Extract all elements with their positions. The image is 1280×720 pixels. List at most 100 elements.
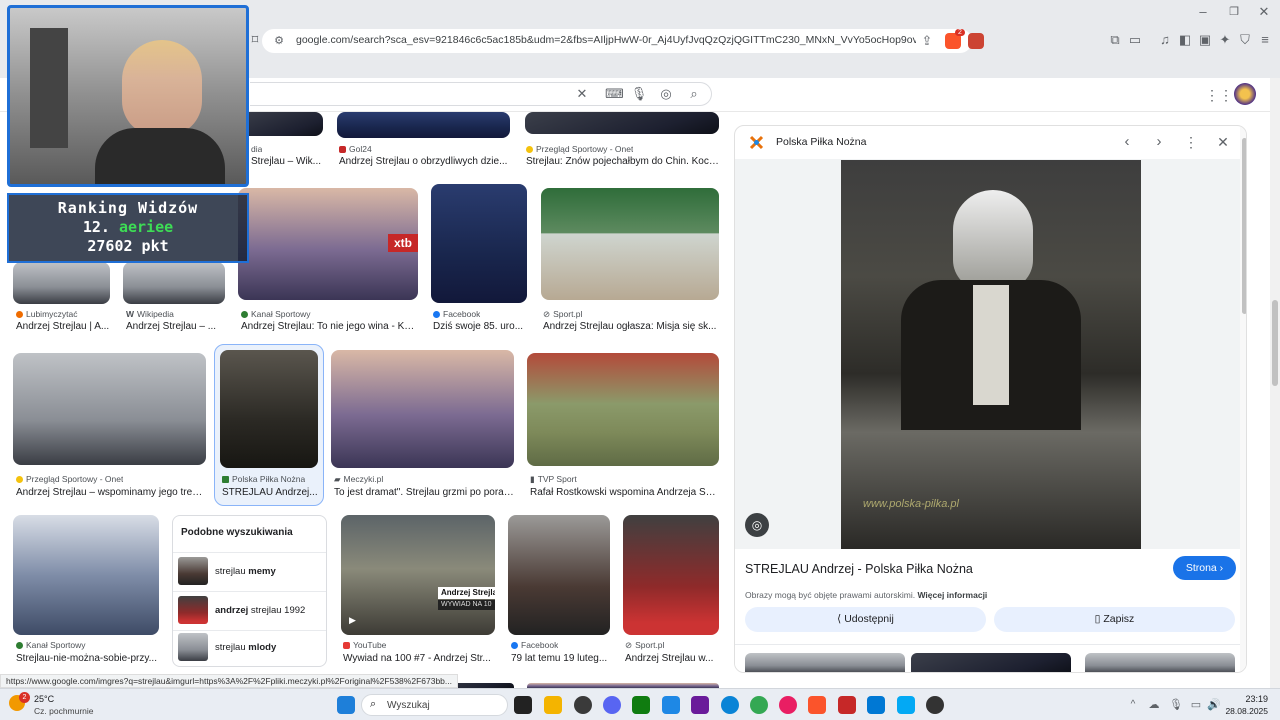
weather-desc[interactable]: Cz. pochmurnie bbox=[34, 706, 94, 716]
result-image[interactable]: xtb bbox=[238, 188, 418, 300]
result-image[interactable] bbox=[525, 112, 719, 134]
file-explorer-icon[interactable] bbox=[544, 696, 562, 714]
result-caption[interactable]: To jest dramat". Strejlau grzmi po poraż… bbox=[334, 487, 514, 498]
network-icon[interactable]: ▭ bbox=[1187, 697, 1205, 713]
menu-icon[interactable]: ≡ bbox=[1256, 32, 1274, 48]
onedrive-icon[interactable]: ☁ bbox=[1145, 697, 1163, 713]
result-caption[interactable]: Andrzej Strejlau – ... bbox=[126, 321, 226, 332]
chrome-icon[interactable] bbox=[750, 696, 768, 714]
result-image[interactable] bbox=[527, 353, 719, 466]
vscode-icon[interactable] bbox=[662, 696, 680, 714]
result-caption[interactable]: Andrzej Strejlau: To nie jego wina - Ka.… bbox=[241, 321, 416, 332]
related-item[interactable]: strejlau memy bbox=[178, 553, 328, 590]
share-icon[interactable]: ⇪ bbox=[918, 33, 936, 49]
result-image[interactable]: Andrzej Strejla WYWIAD NA 10 ▶ bbox=[341, 515, 495, 635]
mic-icon[interactable]: 🎙 bbox=[630, 86, 648, 102]
close-window-icon[interactable]: ✕ bbox=[1255, 4, 1273, 20]
tray-chevron-icon[interactable]: ^ bbox=[1124, 697, 1142, 713]
related-image[interactable] bbox=[1085, 653, 1235, 672]
search-box[interactable]: ✕ ⌨ 🎙 ◎ ⌕ bbox=[250, 82, 712, 106]
result-image[interactable] bbox=[13, 515, 159, 635]
lens-search-icon[interactable]: ◎ bbox=[745, 513, 769, 537]
wallet-icon[interactable]: ▣ bbox=[1196, 32, 1214, 48]
sidebar-icon[interactable]: ◧ bbox=[1176, 32, 1194, 48]
result-caption[interactable]: Strejlau-nie-można-sobie-przy... bbox=[16, 653, 159, 664]
photos-icon[interactable] bbox=[867, 696, 885, 714]
result-caption[interactable]: Wywiad na 100 #7 - Andrzej Str... bbox=[343, 653, 493, 664]
app2-icon[interactable] bbox=[897, 696, 915, 714]
clock-time[interactable]: 23:19 bbox=[1228, 694, 1268, 704]
close-panel-icon[interactable]: ✕ bbox=[1214, 134, 1232, 150]
related-image[interactable] bbox=[911, 653, 1071, 672]
extensions-icon[interactable]: ⧉ bbox=[1106, 32, 1124, 48]
brave-icon[interactable] bbox=[808, 696, 826, 714]
result-caption[interactable]: Andrzej Strejlau | A... bbox=[16, 321, 110, 332]
prev-image-icon[interactable]: ‹ bbox=[1118, 134, 1136, 150]
preview-image[interactable]: www.polska-pilka.pl bbox=[841, 160, 1141, 549]
result-caption[interactable]: Andrzej Strejlau – wspominamy jego tren.… bbox=[16, 487, 206, 498]
visit-button[interactable]: Strona › bbox=[1173, 556, 1236, 580]
minimize-icon[interactable]: – bbox=[1194, 4, 1212, 20]
more-options-icon[interactable]: ⋮ bbox=[1182, 134, 1200, 150]
apps-grid-icon[interactable]: ⋮⋮ bbox=[1205, 87, 1233, 103]
tab-search-icon[interactable]: ▭ bbox=[1126, 32, 1144, 48]
result-caption[interactable]: Dziś swoje 85. uro... bbox=[433, 321, 525, 332]
search-icon[interactable]: ⌕ bbox=[685, 86, 703, 102]
result-caption[interactable]: Strejlau: Znów pojechałbym do Chin. Koch… bbox=[526, 156, 719, 167]
app-icon[interactable] bbox=[691, 696, 709, 714]
volume-icon[interactable]: 🔊 bbox=[1205, 697, 1223, 713]
save-button[interactable]: ▯ Zapisz bbox=[994, 607, 1235, 632]
result-image[interactable] bbox=[13, 262, 110, 304]
result-image[interactable] bbox=[123, 262, 225, 304]
result-image[interactable] bbox=[508, 515, 610, 635]
music-icon[interactable]: ♫ bbox=[1156, 32, 1174, 48]
panel-scrollbar-thumb[interactable] bbox=[1242, 138, 1246, 314]
leo-ai-icon[interactable]: ✦ bbox=[1216, 32, 1234, 48]
result-caption[interactable]: Andrzej Strejlau ogłasza: Misja się sk..… bbox=[543, 321, 718, 332]
address-bar[interactable]: ⚙ google.com/search?sca_esv=921846c6c5ac… bbox=[262, 29, 984, 53]
mic-tray-icon[interactable]: 🎙 bbox=[1167, 697, 1185, 713]
xbox-icon[interactable] bbox=[632, 696, 650, 714]
site-settings-icon[interactable]: ⚙ bbox=[270, 33, 288, 49]
related-item[interactable]: strejlau mlody bbox=[178, 631, 328, 668]
url-text[interactable]: google.com/search?sca_esv=921846c6c5ac18… bbox=[296, 34, 916, 46]
page-scrollbar[interactable] bbox=[1270, 78, 1280, 688]
start-icon[interactable] bbox=[337, 696, 355, 714]
related-item[interactable]: andrzej strejlau 1992 bbox=[178, 592, 328, 629]
result-caption[interactable]: Andrzej Strejlau o obrzydliwych dzie... bbox=[339, 156, 509, 167]
brave-rewards-icon[interactable] bbox=[968, 33, 984, 49]
obs-icon[interactable] bbox=[574, 696, 592, 714]
weather-temp[interactable]: 25°C bbox=[34, 694, 54, 704]
result-caption[interactable]: Strejlau – Wik... bbox=[251, 156, 323, 167]
panel-site-name[interactable]: Polska Piłka Nożna bbox=[776, 136, 866, 148]
result-image-selected[interactable] bbox=[220, 350, 318, 468]
opera-icon[interactable] bbox=[779, 696, 797, 714]
result-image[interactable] bbox=[331, 350, 514, 468]
restore-icon[interactable]: ❐ bbox=[1225, 4, 1243, 20]
page-scrollbar-thumb[interactable] bbox=[1272, 300, 1278, 386]
discord-icon[interactable] bbox=[603, 696, 621, 714]
task-view-icon[interactable] bbox=[514, 696, 532, 714]
clock-date[interactable]: 28.08.2025 bbox=[1222, 706, 1268, 716]
panel-title[interactable]: STREJLAU Andrzej - Polska Piłka Nożna bbox=[745, 562, 973, 576]
result-image[interactable] bbox=[337, 112, 510, 138]
result-image[interactable] bbox=[238, 112, 323, 136]
result-caption[interactable]: Andrzej Strejlau w... bbox=[625, 653, 718, 664]
clear-icon[interactable]: ✕ bbox=[573, 86, 591, 102]
result-image[interactable] bbox=[13, 353, 206, 465]
lens-icon[interactable]: ◎ bbox=[657, 86, 675, 102]
taskbar-search[interactable]: ⌕ Wyszukaj bbox=[361, 694, 508, 716]
vivaldi-icon[interactable] bbox=[838, 696, 856, 714]
result-image[interactable] bbox=[623, 515, 719, 635]
result-caption[interactable]: Rafał Rostkowski wspomina Andrzeja Str..… bbox=[530, 487, 718, 498]
panel-scrollbar[interactable] bbox=[1240, 126, 1246, 672]
more-info-link[interactable]: Więcej informacji bbox=[917, 590, 987, 600]
result-caption[interactable]: 79 lat temu 19 luteg... bbox=[511, 653, 609, 664]
keyboard-icon[interactable]: ⌨ bbox=[605, 86, 624, 102]
vpn-icon[interactable]: ⛉ bbox=[1236, 32, 1254, 48]
result-image[interactable] bbox=[541, 188, 719, 300]
edge-icon[interactable] bbox=[721, 696, 739, 714]
result-caption[interactable]: STREJLAU Andrzej... bbox=[222, 487, 318, 498]
next-image-icon[interactable]: › bbox=[1150, 134, 1168, 150]
app3-icon[interactable] bbox=[926, 696, 944, 714]
